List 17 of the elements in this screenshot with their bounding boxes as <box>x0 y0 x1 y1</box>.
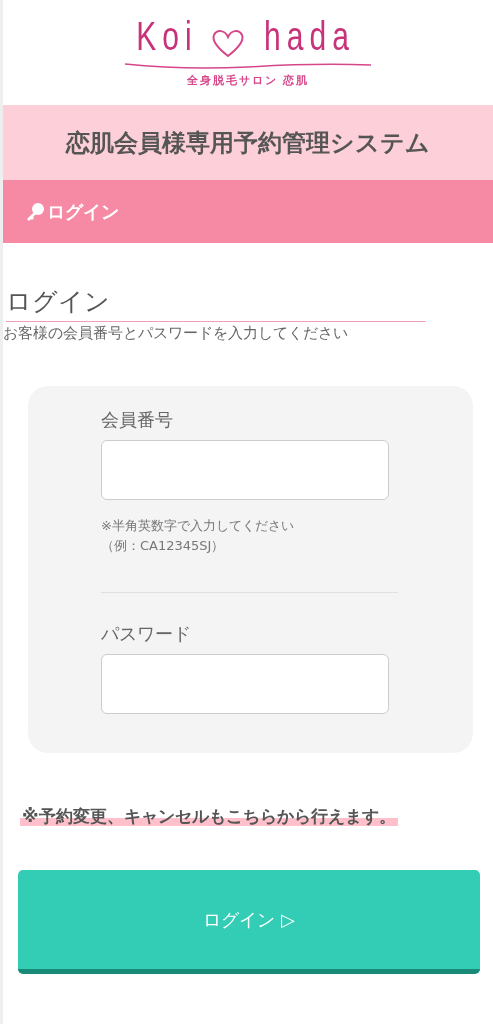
heart-icon <box>211 28 246 58</box>
login-button[interactable]: ログイン ▷ <box>18 870 480 974</box>
description-text: お客様の会員番号とパスワードを入力してください <box>3 323 349 344</box>
hint-text: ※半角英数字で入力してください <box>101 517 295 535</box>
hint-text: （例：CA12345SJ） <box>101 537 226 555</box>
logo-wordmark: Koi <box>135 14 198 58</box>
key-icon <box>25 201 45 222</box>
logo-wordmark: hada <box>264 14 356 58</box>
page-heading: ログイン <box>6 285 426 322</box>
logo-tagline: 全身脱毛サロン 恋肌 <box>186 73 310 88</box>
field-label: パスワード <box>101 622 192 646</box>
system-title: 恋肌会員様専用予約管理システム <box>66 127 430 159</box>
field-label: 会員番号 <box>101 408 174 432</box>
input-field[interactable] <box>101 440 389 500</box>
notice-text: ※予約変更、キャンセルもこちらから行えます。 <box>20 806 398 826</box>
input-field[interactable] <box>101 654 389 714</box>
breadcrumb-text: ログイン <box>47 199 119 224</box>
